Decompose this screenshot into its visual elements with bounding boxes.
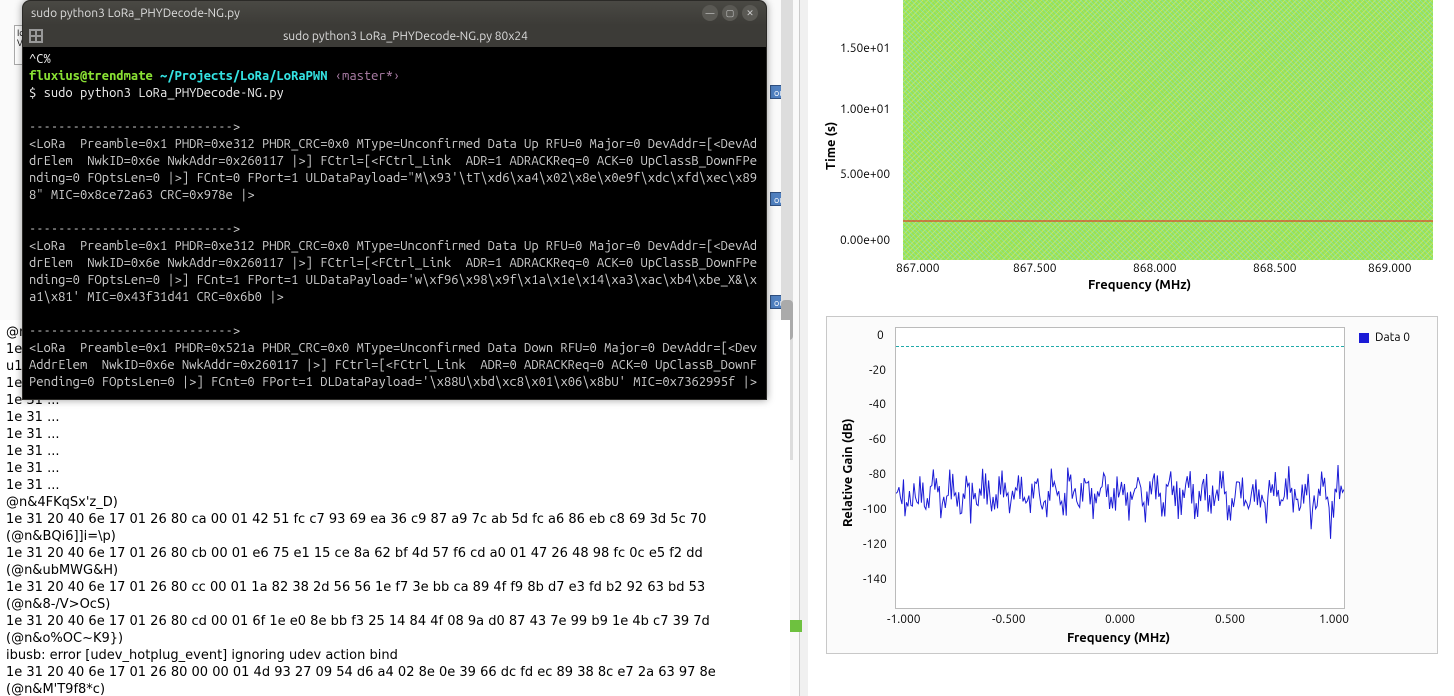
console-line: 1e 31 ... <box>6 461 59 476</box>
ytick: 0 <box>877 329 884 342</box>
legend-label: Data 0 <box>1375 331 1410 344</box>
packet-output: <LoRa Preamble=0x1 PHDR=0xe312 PHDR_CRC=… <box>29 239 757 304</box>
console-line: 1e 31 ... <box>6 427 59 442</box>
separator: ----------------------------> <box>29 222 240 236</box>
ytick: -40 <box>869 398 886 411</box>
spectrum-plot[interactable]: Data 0 Relative Gain (dB) 0 -20 -40 -60 … <box>826 316 1438 654</box>
console-line: 1e 31 ... <box>6 410 59 425</box>
close-button[interactable]: ✕ <box>742 5 758 21</box>
pane-grid-icon[interactable] <box>29 29 43 43</box>
axis-label-x: Frequency (MHz) <box>1088 278 1191 292</box>
terminal-titlebar[interactable]: sudo python3 LoRa_PHYDecode-NG.py — ▢ ✕ <box>23 1 766 25</box>
console-line: ibusb: error [udev_hotplug_event] ignori… <box>6 648 398 663</box>
ytick: -120 <box>863 538 887 551</box>
console-line: (@n&ubMWG&H) <box>6 563 118 578</box>
console-line: 1e 31 ... <box>6 478 59 493</box>
ytick: -20 <box>869 364 886 377</box>
xtick: 869.000 <box>1368 262 1412 275</box>
xtick: 867.000 <box>896 262 940 275</box>
minimize-button[interactable]: — <box>702 5 718 21</box>
ytick: -60 <box>869 433 886 446</box>
console-line: 1e 31 20 40 6e 17 01 26 80 00 00 01 4d 9… <box>6 665 720 696</box>
prompt-branch: ‹master*› <box>335 69 401 83</box>
terminal-body[interactable]: ^C% fluxius@trendmate ~/Projects/LoRa/Lo… <box>23 47 766 399</box>
packet-output: <LoRa Preamble=0x1 PHDR=0x521a PHDR_CRC=… <box>29 341 757 389</box>
xtick: 868.500 <box>1253 262 1297 275</box>
window-title: sudo python3 LoRa_PHYDecode-NG.py <box>31 7 698 20</box>
console-line: 1e 31 ... <box>6 444 59 459</box>
console-line: (@n&o%OC~K9}) <box>6 631 123 646</box>
legend: Data 0 <box>1359 331 1410 344</box>
xtick: -0.500 <box>992 613 1026 626</box>
console-line: 1e 31 20 40 6e 17 01 26 80 cc 00 01 1a 8… <box>6 580 709 612</box>
ytick: 1.50e+01 <box>840 42 890 55</box>
xtick: -1.000 <box>887 613 921 626</box>
packet-output: <LoRa Preamble=0x1 PHDR=0xe312 PHDR_CRC=… <box>29 137 757 202</box>
terminal-tabbar: sudo python3 LoRa_PHYDecode-NG.py 80x24 <box>23 25 766 47</box>
xtick: 867.500 <box>1013 262 1057 275</box>
prompt-path: ~/Projects/LoRa/LoRaPWN <box>160 69 327 83</box>
xtick: 1.000 <box>1319 613 1349 626</box>
xtick: 0.000 <box>1105 613 1135 626</box>
prompt-symbol: $ <box>29 86 44 100</box>
ytick: 5.00e+00 <box>840 168 890 181</box>
prompt-user: fluxius@trendmate <box>29 69 153 83</box>
ytick: 0.00e+00 <box>840 234 890 247</box>
tab-title: sudo python3 LoRa_PHYDecode-NG.py 80x24 <box>51 30 760 43</box>
axis-label-y: Relative Gain (dB) <box>841 418 855 527</box>
ytick: -80 <box>869 468 886 481</box>
separator: ----------------------------> <box>29 120 240 134</box>
console-line: @n&4FKqSx'z_D) <box>6 495 118 510</box>
waterfall-canvas[interactable] <box>903 0 1433 260</box>
console-line: 1e 31 20 40 6e 17 01 26 80 cb 00 01 e6 7… <box>6 546 703 561</box>
spectrum-trace <box>896 328 1344 608</box>
xtick: 868.000 <box>1133 262 1177 275</box>
console-line: 1e 31 20 40 6e 17 01 26 80 cd 00 01 6f 1… <box>6 614 710 629</box>
spectrum-canvas[interactable] <box>895 327 1345 609</box>
console-line: 1e 31 20 40 6e 17 01 26 80 ca 00 01 42 5… <box>6 512 711 544</box>
terminal-window[interactable]: sudo python3 LoRa_PHYDecode-NG.py — ▢ ✕ … <box>22 0 767 400</box>
waterfall-plot[interactable]: Time (s) 1.50e+01 1.00e+01 5.00e+00 0.00… <box>808 0 1448 300</box>
axis-label-y: Time (s) <box>824 122 838 170</box>
hist-line: ^C% <box>29 52 51 66</box>
legend-swatch-icon <box>1359 333 1369 343</box>
axis-label-x: Frequency (MHz) <box>1067 631 1170 645</box>
separator: ----------------------------> <box>29 324 240 338</box>
command-text: sudo python3 LoRa_PHYDecode-NG.py <box>44 86 284 100</box>
ytick: 1.00e+01 <box>840 103 890 116</box>
plot-panel: Time (s) 1.50e+01 1.00e+01 5.00e+00 0.00… <box>808 0 1454 696</box>
ytick: -100 <box>863 503 887 516</box>
ytick: -140 <box>863 573 887 586</box>
xtick: 0.500 <box>1215 613 1245 626</box>
maximize-button[interactable]: ▢ <box>722 5 738 21</box>
